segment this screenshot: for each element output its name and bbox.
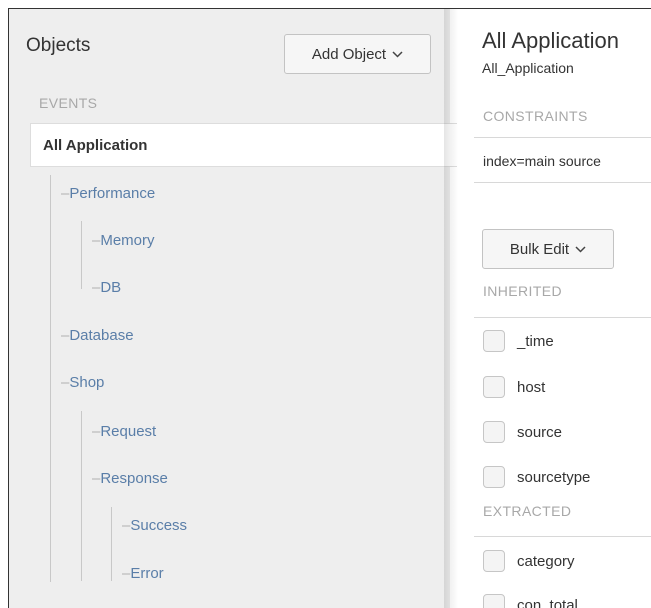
divider xyxy=(474,182,651,183)
field-row[interactable]: sourcetype xyxy=(483,464,590,490)
object-detail-panel: All Application All_Application CONSTRAI… xyxy=(458,9,651,608)
field-checkbox[interactable] xyxy=(483,550,505,572)
divider xyxy=(474,137,651,138)
tree-item-response[interactable]: –Response xyxy=(92,470,168,487)
field-checkbox[interactable] xyxy=(483,594,505,608)
add-object-button[interactable]: Add Object xyxy=(284,34,431,74)
field-name: category xyxy=(517,553,575,570)
field-name: host xyxy=(517,379,545,396)
tree-line xyxy=(81,221,82,289)
field-row[interactable]: source xyxy=(483,419,562,445)
events-section-label: EVENTS xyxy=(39,95,97,111)
sidebar-title: Objects xyxy=(26,35,90,57)
bulk-edit-button[interactable]: Bulk Edit xyxy=(482,229,614,269)
tree-line xyxy=(50,175,51,582)
field-name: sourcetype xyxy=(517,469,590,486)
divider xyxy=(474,536,651,537)
tree-item-shop[interactable]: –Shop xyxy=(61,374,104,391)
tree-item-performance[interactable]: –Performance xyxy=(61,185,155,202)
window: Objects Add Object EVENTS All Applicatio… xyxy=(8,8,651,608)
object-id: All_Application xyxy=(482,60,574,76)
tree-item-success[interactable]: –Success xyxy=(122,517,187,534)
field-name: _time xyxy=(517,333,554,350)
field-row[interactable]: _time xyxy=(483,328,554,354)
field-checkbox[interactable] xyxy=(483,330,505,352)
constraints-section-label: CONSTRAINTS xyxy=(483,108,588,124)
tree-item-db[interactable]: –DB xyxy=(92,279,121,296)
field-checkbox[interactable] xyxy=(483,376,505,398)
tree-line xyxy=(81,411,82,581)
object-title: All Application xyxy=(482,28,619,54)
constraint-value: index=main source xyxy=(483,153,601,169)
add-object-label: Add Object xyxy=(312,46,386,63)
tree-item-memory[interactable]: –Memory xyxy=(92,232,155,249)
inherited-section-label: INHERITED xyxy=(483,283,562,299)
field-row[interactable]: category xyxy=(483,548,575,574)
field-checkbox[interactable] xyxy=(483,466,505,488)
field-row[interactable]: con_total xyxy=(483,592,578,608)
tree-line xyxy=(111,507,112,581)
divider xyxy=(474,317,651,318)
tree-item-database[interactable]: –Database xyxy=(61,327,134,344)
extracted-section-label: EXTRACTED xyxy=(483,503,571,519)
sidebar-shadow xyxy=(444,9,458,608)
tree-item-request[interactable]: –Request xyxy=(92,423,156,440)
tree-item-label: All Application xyxy=(43,137,147,154)
chevron-down-icon xyxy=(392,47,403,61)
field-checkbox[interactable] xyxy=(483,421,505,443)
bulk-edit-label: Bulk Edit xyxy=(510,241,569,258)
field-name: con_total xyxy=(517,597,578,608)
chevron-down-icon xyxy=(575,242,586,256)
field-name: source xyxy=(517,424,562,441)
objects-sidebar: Objects Add Object EVENTS All Applicatio… xyxy=(9,9,450,608)
tree-item-all-application[interactable]: All Application xyxy=(30,123,457,167)
tree-item-error[interactable]: –Error xyxy=(122,565,164,582)
field-row[interactable]: host xyxy=(483,374,545,400)
